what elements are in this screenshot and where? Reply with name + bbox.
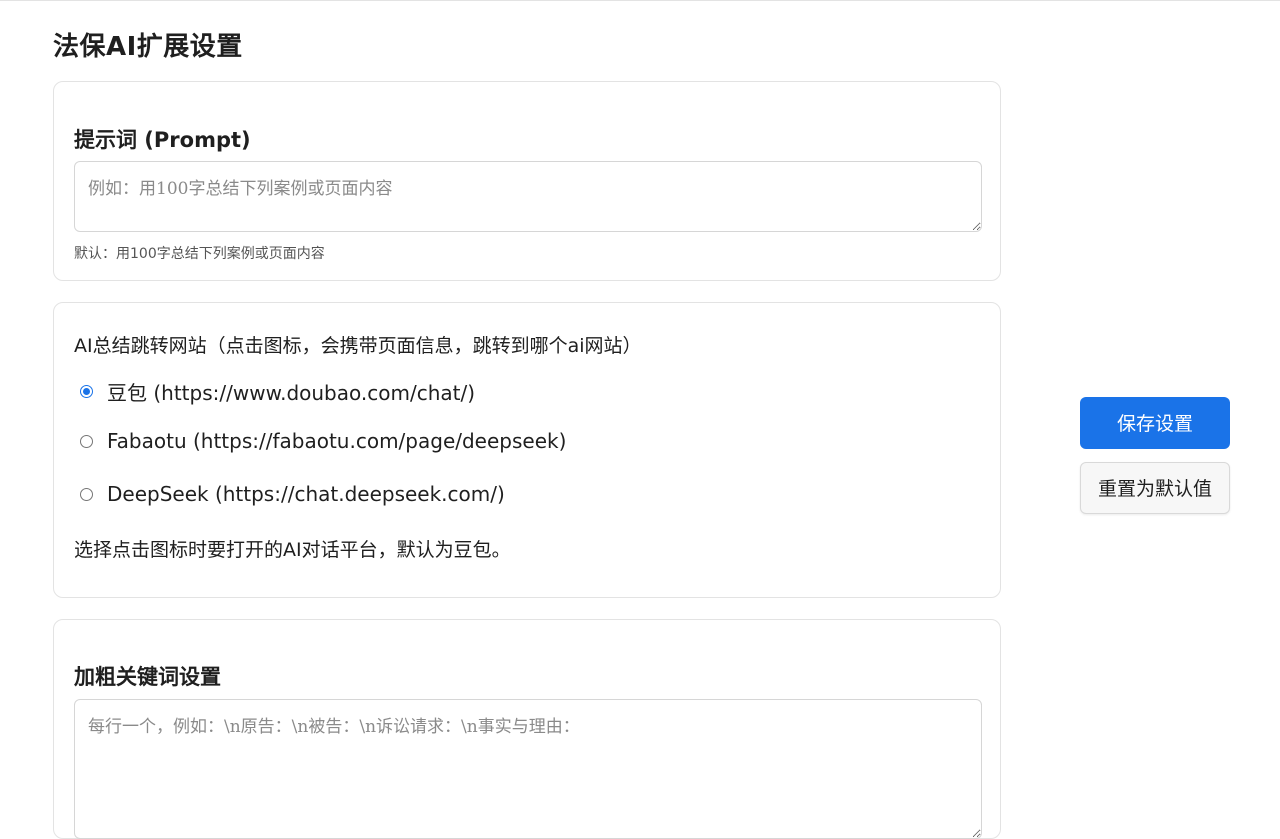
bold-keywords-title: 加粗关键词设置 bbox=[74, 665, 221, 689]
top-divider bbox=[0, 0, 1280, 1]
site-option-deepseek[interactable]: DeepSeek (https://chat.deepseek.com/) bbox=[80, 482, 505, 506]
radio-deepseek[interactable] bbox=[80, 487, 93, 501]
ai-site-description: 选择点击图标时要打开的AI对话平台，默认为豆包。 bbox=[74, 539, 511, 561]
reset-defaults-button[interactable]: 重置为默认值 bbox=[1080, 462, 1230, 514]
page-title: 法保AI扩展设置 bbox=[53, 32, 243, 62]
site-option-doubao[interactable]: 豆包 (https://www.doubao.com/chat/) bbox=[80, 377, 475, 406]
radio-fabaotu[interactable] bbox=[80, 434, 93, 448]
prompt-section-title: 提示词 (Prompt) bbox=[74, 128, 251, 152]
site-option-fabaotu[interactable]: Fabaotu (https://fabaotu.com/page/deepse… bbox=[80, 429, 566, 453]
ai-site-label: AI总结跳转网站（点击图标，会携带页面信息，跳转到哪个ai网站） bbox=[74, 335, 642, 357]
bold-keywords-card: 加粗关键词设置 bbox=[53, 619, 1001, 839]
radio-doubao[interactable] bbox=[80, 385, 93, 398]
site-option-label: DeepSeek (https://chat.deepseek.com/) bbox=[107, 482, 505, 506]
bold-keywords-input[interactable] bbox=[74, 699, 982, 839]
prompt-card: 提示词 (Prompt) 默认：用100字总结下列案例或页面内容 bbox=[53, 81, 1001, 281]
site-option-label: Fabaotu (https://fabaotu.com/page/deepse… bbox=[107, 429, 567, 453]
save-settings-button[interactable]: 保存设置 bbox=[1080, 397, 1230, 449]
site-option-label: 豆包 (https://www.doubao.com/chat/) bbox=[107, 381, 476, 405]
prompt-default-hint: 默认：用100字总结下列案例或页面内容 bbox=[74, 246, 325, 262]
ai-site-card: AI总结跳转网站（点击图标，会携带页面信息，跳转到哪个ai网站） 豆包 (htt… bbox=[53, 302, 1001, 598]
prompt-input[interactable] bbox=[74, 161, 982, 232]
